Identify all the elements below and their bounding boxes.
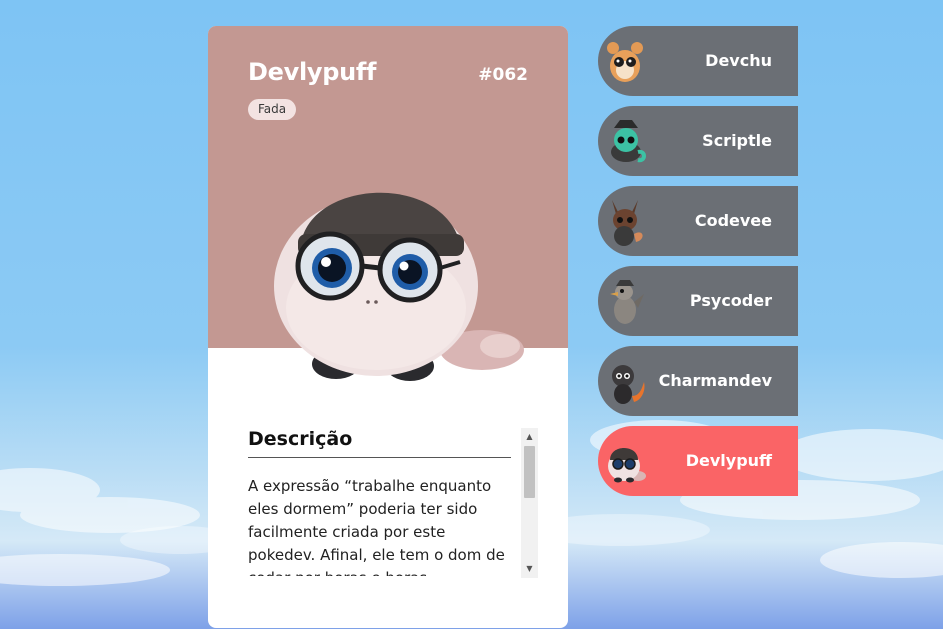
type-badge: Fada [248, 99, 297, 120]
pokemon-item-devlypuff[interactable]: Devlypuff [598, 426, 798, 496]
scrollbar-thumb[interactable] [524, 446, 535, 498]
pokemon-item-label: Devchu [705, 51, 772, 70]
pokemon-item-charmandev[interactable]: Charmandev [598, 346, 798, 416]
pokemon-item-codevee[interactable]: Codevee [598, 186, 798, 256]
pokemon-name: Devlypuff [248, 58, 377, 86]
pokemon-item-label: Psycoder [689, 291, 772, 310]
lizard-icon [612, 365, 645, 404]
pokemon-item-label: Scriptle [702, 131, 772, 150]
description-title: Descrição [248, 428, 511, 458]
pokemon-item-scriptle[interactable]: Scriptle [598, 106, 798, 176]
scroll-up-icon[interactable]: ▲ [521, 430, 538, 444]
pokemon-item-label: Devlypuff [685, 451, 772, 470]
description-scrollbar[interactable]: ▲ ▼ [521, 428, 538, 578]
description-text: A expressão “trabalhe enquanto eles dorm… [248, 477, 505, 576]
pokemon-image [274, 192, 524, 381]
pokemon-item-psycoder[interactable]: Psycoder [598, 266, 798, 336]
pokemon-item-label: Charmandev [658, 371, 772, 390]
description-section: Descrição A expressão “trabalhe enquanto… [248, 428, 538, 578]
turtle-icon [611, 120, 646, 163]
pokemon-list: Devchu Scriptle Codevee Psycoder Charman… [598, 26, 798, 506]
puff-icon [608, 448, 646, 483]
scroll-down-icon[interactable]: ▼ [521, 562, 538, 576]
pokemon-item-devchu[interactable]: Devchu [598, 26, 798, 96]
fox-icon [612, 200, 643, 246]
hamster-icon [607, 42, 643, 82]
pokemon-number: #062 [478, 65, 528, 85]
duck-icon [610, 280, 644, 324]
pokemon-item-label: Codevee [694, 211, 772, 230]
pokemon-card: Devlypuff #062 Fada Descrição A expressã… [208, 26, 568, 628]
